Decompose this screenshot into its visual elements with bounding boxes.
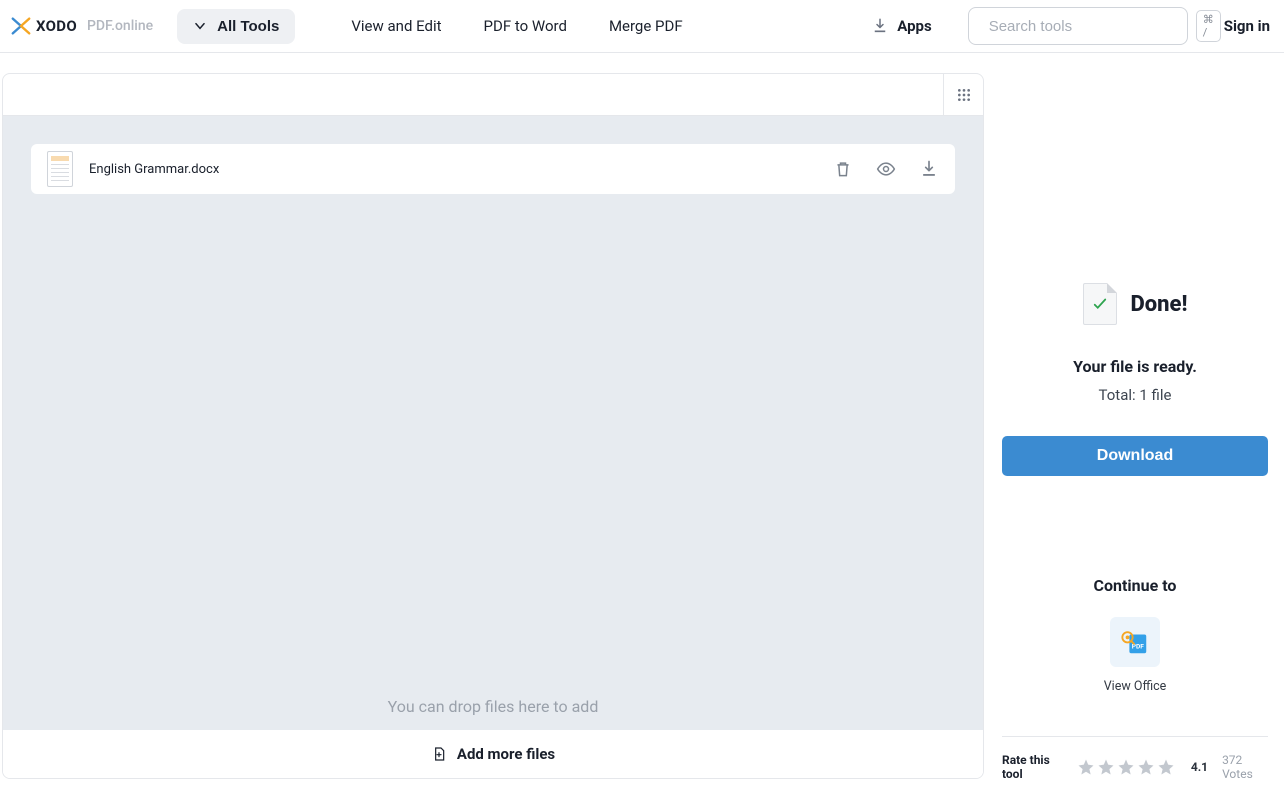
panel-toolbar bbox=[3, 74, 983, 116]
file-actions bbox=[833, 159, 939, 179]
continue-title: Continue to bbox=[1002, 576, 1268, 595]
file-plus-icon bbox=[431, 745, 447, 763]
continue-block: Continue to PDF View Office bbox=[1002, 576, 1268, 694]
rating-stars[interactable] bbox=[1077, 758, 1175, 776]
star-icon[interactable] bbox=[1137, 758, 1155, 776]
header-bar: XODO PDF.online All Tools View and Edit … bbox=[0, 0, 1284, 53]
download-button[interactable]: Download bbox=[1002, 436, 1268, 476]
sign-in-button[interactable]: Sign in bbox=[1224, 17, 1270, 35]
grid-icon bbox=[956, 87, 972, 103]
nav-merge-pdf[interactable]: Merge PDF bbox=[609, 17, 683, 35]
brand-logo[interactable]: XODO PDF.online bbox=[10, 15, 153, 37]
file-thumbnail-icon bbox=[47, 151, 73, 187]
grid-view-button[interactable] bbox=[943, 74, 983, 116]
download-file-icon[interactable] bbox=[919, 159, 939, 179]
all-tools-button[interactable]: All Tools bbox=[177, 9, 295, 44]
done-file-icon bbox=[1083, 283, 1117, 325]
status-sidebar: Done! Your file is ready. Total: 1 file … bbox=[984, 63, 1284, 785]
rating-score: 4.1 bbox=[1191, 760, 1208, 774]
apps-label: Apps bbox=[897, 17, 931, 35]
ready-text: Your file is ready. bbox=[1073, 357, 1197, 376]
star-icon[interactable] bbox=[1097, 758, 1115, 776]
view-office-label: View Office bbox=[1002, 679, 1268, 694]
apps-button[interactable]: Apps bbox=[871, 17, 931, 35]
search-shortcut: ⌘ / bbox=[1196, 10, 1221, 42]
all-tools-label: All Tools bbox=[217, 18, 279, 35]
chevron-down-icon bbox=[193, 19, 207, 33]
xodo-logo-icon bbox=[10, 15, 32, 37]
download-icon bbox=[871, 17, 889, 35]
rating-votes: 372 Votes bbox=[1222, 753, 1268, 781]
done-row: Done! bbox=[1083, 283, 1188, 325]
add-more-files-button[interactable]: Add more files bbox=[3, 730, 983, 778]
file-row[interactable]: English Grammar.docx bbox=[31, 144, 955, 194]
view-office-button[interactable]: PDF bbox=[1110, 617, 1160, 667]
file-panel: English Grammar.docx bbox=[2, 73, 984, 779]
search-box[interactable]: ⌘ / bbox=[968, 7, 1188, 45]
total-text: Total: 1 file bbox=[1099, 386, 1172, 404]
nav-view-edit[interactable]: View and Edit bbox=[351, 17, 441, 35]
star-icon[interactable] bbox=[1077, 758, 1095, 776]
check-icon bbox=[1091, 295, 1109, 313]
done-title: Done! bbox=[1131, 292, 1188, 317]
search-input[interactable] bbox=[989, 18, 1188, 35]
star-icon[interactable] bbox=[1157, 758, 1175, 776]
nav-pdf-to-word[interactable]: PDF to Word bbox=[484, 17, 567, 35]
add-more-files-label: Add more files bbox=[457, 745, 555, 763]
brand-name: XODO bbox=[36, 17, 77, 35]
brand-sub: PDF.online bbox=[87, 18, 153, 34]
panel-body: English Grammar.docx bbox=[3, 116, 983, 730]
file-name: English Grammar.docx bbox=[89, 162, 219, 177]
drop-hint: You can drop files here to add bbox=[31, 697, 955, 716]
rating-row: Rate this tool 4.1 372 Votes bbox=[1002, 736, 1268, 781]
nav-links: View and Edit PDF to Word Merge PDF bbox=[351, 17, 682, 35]
star-icon[interactable] bbox=[1117, 758, 1135, 776]
view-office-icon: PDF bbox=[1120, 627, 1150, 657]
trash-icon[interactable] bbox=[833, 159, 853, 179]
rating-label: Rate this tool bbox=[1002, 753, 1063, 781]
eye-icon[interactable] bbox=[875, 159, 897, 179]
